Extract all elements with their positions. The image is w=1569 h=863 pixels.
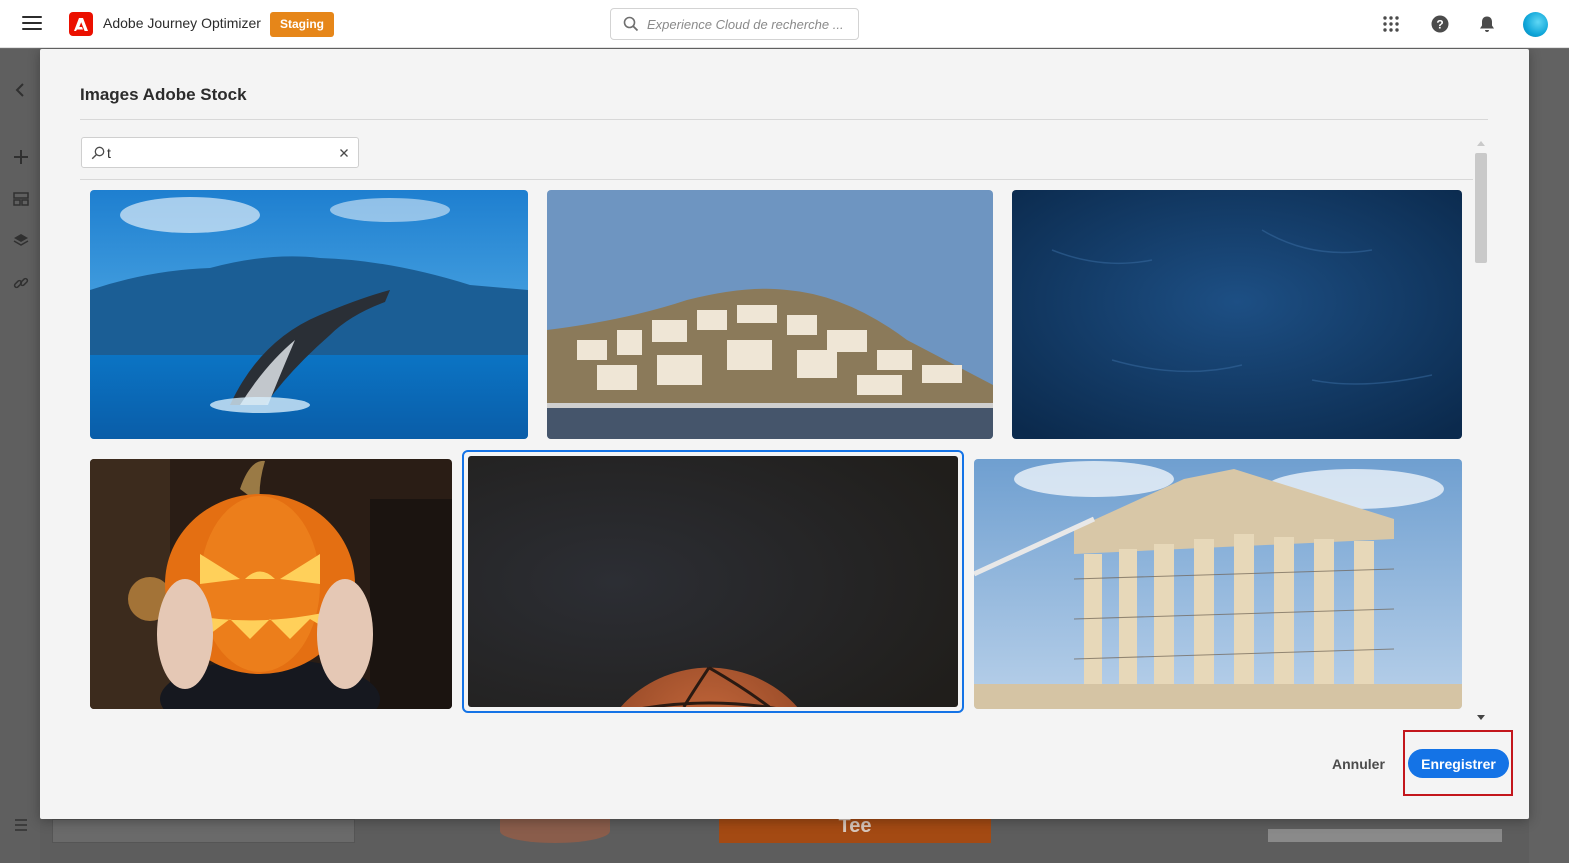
blue-texture-image (1012, 190, 1462, 439)
scroll-down-arrow-icon[interactable] (1477, 715, 1485, 720)
structure-icon (13, 192, 29, 206)
search-icon (623, 16, 639, 32)
back-arrow-icon (15, 83, 24, 97)
coastal-town-image (547, 190, 993, 439)
background-right-rail (1529, 49, 1569, 863)
layers-toggle-icon (15, 819, 27, 831)
stock-image-whale[interactable] (90, 190, 528, 439)
background-shape (500, 819, 610, 843)
adobe-logo-icon[interactable] (69, 12, 93, 36)
search-icon (91, 146, 105, 159)
scroll-up-arrow-icon[interactable] (1477, 141, 1485, 146)
grid-divider (80, 179, 1473, 180)
stock-image-parthenon[interactable] (974, 459, 1462, 709)
save-button[interactable]: Enregistrer (1408, 749, 1509, 778)
background-left-rail (0, 49, 40, 863)
search-input[interactable] (647, 16, 847, 32)
image-search-field[interactable]: t (81, 137, 359, 168)
layers-icon (13, 234, 29, 246)
clear-search-icon[interactable] (334, 143, 354, 163)
help-icon[interactable]: ? (1429, 13, 1451, 35)
whale-image (90, 190, 528, 439)
dialog-title: Images Adobe Stock (80, 85, 247, 104)
apps-grid-icon[interactable] (1380, 13, 1402, 35)
stock-image-pumpkin[interactable] (90, 459, 452, 709)
notifications-bell-icon[interactable] (1476, 13, 1498, 35)
grid-scrollbar[interactable] (1474, 137, 1488, 723)
stock-image-coastal-town[interactable] (547, 190, 993, 439)
pumpkin-image (90, 459, 452, 709)
search-query[interactable]: t (107, 145, 334, 161)
parthenon-image (974, 459, 1462, 709)
menu-icon[interactable] (22, 16, 42, 32)
scroll-thumb[interactable] (1475, 153, 1487, 263)
background-scrollbar (1268, 829, 1502, 842)
user-avatar[interactable] (1523, 12, 1548, 37)
basketball-image (468, 456, 958, 707)
svg-text:?: ? (1436, 17, 1443, 31)
global-search[interactable] (610, 8, 859, 40)
stock-image-blue-texture[interactable] (1012, 190, 1462, 439)
stock-image-basketball-selected[interactable] (462, 450, 964, 713)
background-banner: Tee (719, 816, 991, 843)
global-header: Adobe Journey Optimizer Staging ? (0, 0, 1569, 48)
title-divider (80, 119, 1488, 120)
add-icon (14, 150, 28, 164)
cancel-button[interactable]: Annuler (1332, 752, 1385, 776)
background-panel (52, 819, 355, 843)
adobe-stock-dialog: Images Adobe Stock t Annuler Enregistrer (40, 49, 1529, 819)
save-button-highlight: Enregistrer (1403, 730, 1513, 796)
app-title[interactable]: Adobe Journey Optimizer (103, 15, 261, 31)
link-icon (13, 277, 29, 289)
environment-badge: Staging (270, 12, 334, 37)
